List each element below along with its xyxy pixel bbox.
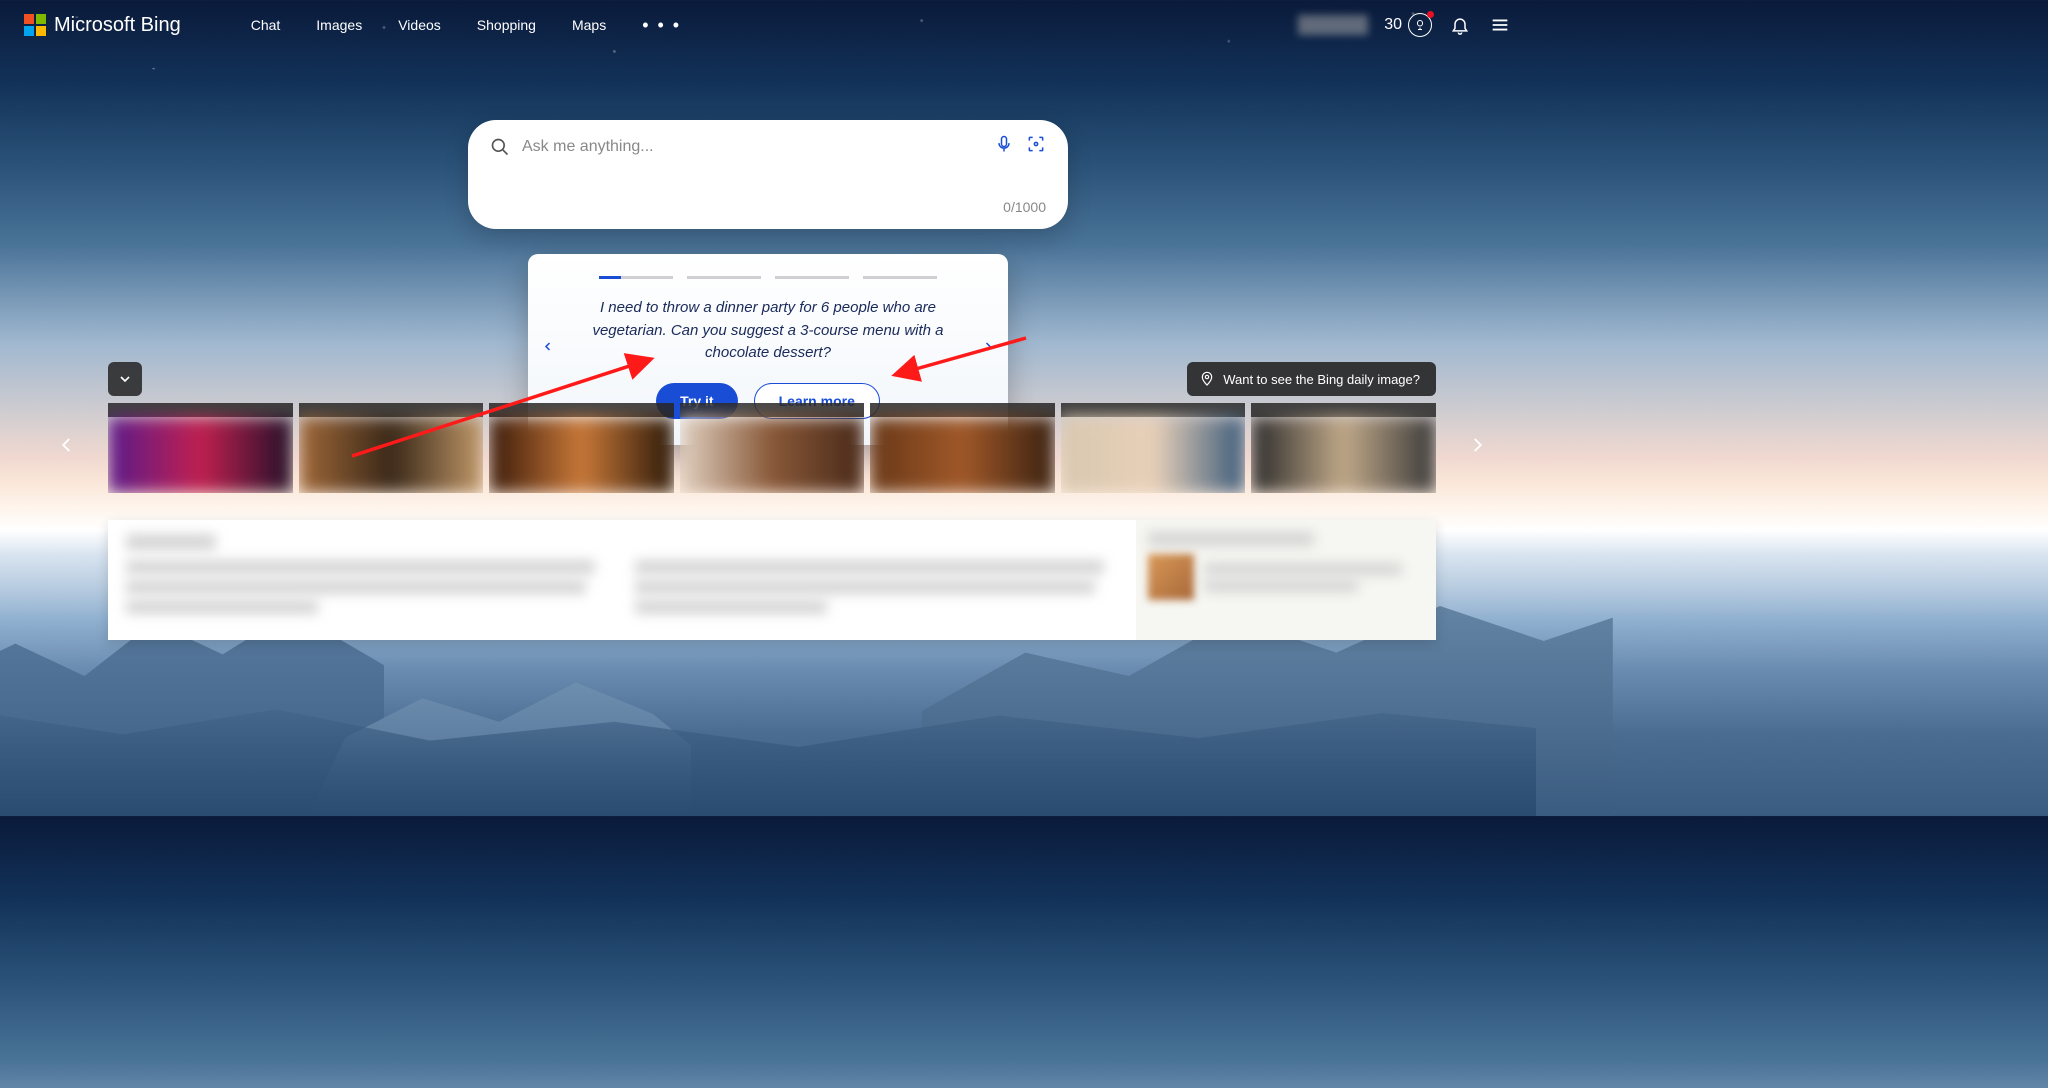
hamburger-menu-icon[interactable] bbox=[1488, 13, 1512, 37]
promo-text: I need to throw a dinner party for 6 peo… bbox=[574, 297, 962, 365]
news-thumb-7[interactable] bbox=[1251, 403, 1436, 493]
nav-images[interactable]: Images bbox=[316, 17, 362, 33]
carousel-next-icon[interactable] bbox=[976, 332, 1000, 367]
daily-image-label: Want to see the Bing daily image? bbox=[1223, 372, 1420, 387]
news-feed bbox=[108, 520, 1436, 640]
news-thumb-6[interactable] bbox=[1061, 403, 1246, 493]
search-box: 0/1000 bbox=[468, 120, 1068, 229]
brand-name: Microsoft Bing bbox=[54, 14, 181, 37]
nav-shopping[interactable]: Shopping bbox=[477, 17, 536, 33]
rewards-badge-icon bbox=[1408, 13, 1432, 37]
search-input[interactable] bbox=[522, 138, 982, 156]
rewards[interactable]: 30 bbox=[1384, 13, 1432, 37]
header-right: 30 bbox=[1298, 13, 1512, 37]
carousel-dot-3[interactable] bbox=[775, 276, 849, 279]
location-pin-icon bbox=[1199, 371, 1215, 387]
chevron-down-icon bbox=[117, 371, 133, 387]
visual-search-icon[interactable] bbox=[1026, 134, 1046, 159]
news-thumb-5[interactable] bbox=[870, 403, 1055, 493]
brand[interactable]: Microsoft Bing bbox=[24, 14, 181, 37]
nav-maps[interactable]: Maps bbox=[572, 17, 606, 33]
news-thumb-1[interactable] bbox=[108, 403, 293, 493]
nav-chat[interactable]: Chat bbox=[251, 17, 281, 33]
daily-image-prompt[interactable]: Want to see the Bing daily image? bbox=[1187, 362, 1436, 396]
header: Microsoft Bing Chat Images Videos Shoppi… bbox=[0, 0, 1536, 50]
nav-more-icon[interactable]: • • • bbox=[642, 15, 681, 36]
microsoft-logo-icon bbox=[24, 14, 46, 36]
news-thumb-4[interactable] bbox=[680, 403, 865, 493]
carousel-indicators bbox=[574, 276, 962, 279]
char-counter: 0/1000 bbox=[490, 199, 1046, 215]
expand-news-button[interactable] bbox=[108, 362, 142, 396]
carousel-prev-icon[interactable] bbox=[536, 332, 560, 367]
rewards-points: 30 bbox=[1384, 16, 1402, 34]
main-nav: Chat Images Videos Shopping Maps bbox=[251, 17, 606, 33]
carousel-dot-4[interactable] bbox=[863, 276, 937, 279]
news-main[interactable] bbox=[108, 520, 1132, 640]
notifications-icon[interactable] bbox=[1448, 13, 1472, 37]
news-side[interactable] bbox=[1136, 520, 1436, 640]
carousel-dot-2[interactable] bbox=[687, 276, 761, 279]
strip-next-icon[interactable] bbox=[1458, 420, 1496, 477]
carousel-dot-1[interactable] bbox=[599, 276, 673, 279]
nav-videos[interactable]: Videos bbox=[398, 17, 441, 33]
account-name-blurred[interactable] bbox=[1298, 15, 1368, 35]
news-thumb-3[interactable] bbox=[489, 403, 674, 493]
news-thumb-2[interactable] bbox=[299, 403, 484, 493]
voice-search-icon[interactable] bbox=[994, 134, 1014, 159]
search-icon bbox=[490, 137, 510, 157]
strip-prev-icon[interactable] bbox=[48, 420, 86, 477]
news-thumbnail-strip bbox=[108, 403, 1436, 493]
